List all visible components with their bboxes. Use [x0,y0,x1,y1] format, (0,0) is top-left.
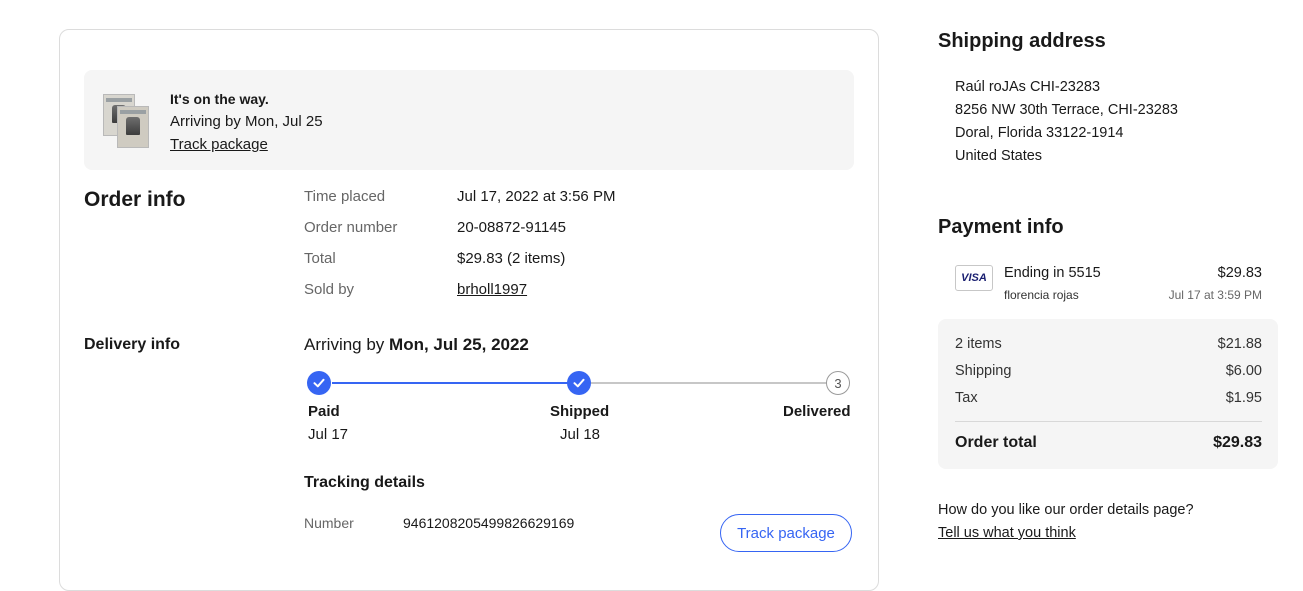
items-value: $21.88 [1217,336,1262,352]
tracking-number-label: Number [304,515,354,531]
tracking-number-value: 9461208205499826629169 [403,515,575,531]
payment-amount: $29.83 [1217,265,1262,281]
delivery-info-heading: Delivery info [84,336,181,353]
payment-time: Jul 17 at 3:59 PM [1168,288,1262,302]
progress-line-pending [591,382,827,384]
address-country: United States [955,148,1043,164]
shipping-value: $6.00 [1225,363,1262,379]
order-details-card: It's on the way. Arriving by Mon, Jul 25… [59,29,879,591]
summary-divider [955,421,1262,422]
status-title: It's on the way. [170,91,269,107]
card-ending: Ending in 5515 [1004,265,1101,281]
time-placed-label: Time placed [304,188,386,205]
paid-step-date: Jul 17 [308,426,349,443]
address-street: 8256 NW 30th Terrace, CHI-23283 [955,102,1178,118]
track-package-button[interactable]: Track package [720,514,852,552]
item-thumbnail [117,106,149,148]
sold-by-label: Sold by [304,281,355,298]
arriving-date-value: Mon, Jul 25, 2022 [389,335,529,354]
seller-link[interactable]: brholl1997 [457,281,527,298]
tax-label: Tax [955,390,978,406]
delivered-step-label: Delivered [783,403,851,420]
feedback-link[interactable]: Tell us what you think [938,525,1076,541]
shipping-label: Shipping [955,363,1012,379]
items-label: 2 items [955,336,1002,352]
shipment-status-banner: It's on the way. Arriving by Mon, Jul 25… [84,70,854,170]
arriving-date: Arriving by Mon, Jul 25, 2022 [304,335,529,355]
paid-step-label: Paid [308,403,340,420]
arriving-prefix: Arriving by [304,335,385,354]
address-name: Raúl roJAs CHI-23283 [955,79,1101,95]
feedback-question: How do you like our order details page? [938,502,1194,518]
visa-card-icon: VISA [955,265,993,291]
paid-step-check-icon [307,371,331,395]
order-summary-panel: 2 items $21.88 Shipping $6.00 Tax $1.95 … [938,319,1278,469]
total-value: $29.83 (2 items) [457,250,566,267]
shipped-step-label: Shipped [550,403,610,420]
payment-info-heading: Payment info [938,216,1064,238]
shipped-step-check-icon [567,371,591,395]
delivered-step-number: 3 [826,371,850,395]
order-info-heading: Order info [84,188,186,211]
order-total-label: Order total [955,434,1037,451]
order-number-value: 20-08872-91145 [457,219,566,236]
cardholder-name: florencia rojas [1004,288,1079,302]
tracking-details-heading: Tracking details [304,474,425,491]
tax-value: $1.95 [1225,390,1262,406]
shipping-address-heading: Shipping address [938,30,1106,52]
track-package-link[interactable]: Track package [170,136,268,153]
order-number-label: Order number [304,219,398,236]
total-label: Total [304,250,336,267]
time-placed-value: Jul 17, 2022 at 3:56 PM [457,188,616,205]
address-city: Doral, Florida 33122-1914 [955,125,1124,141]
status-eta: Arriving by Mon, Jul 25 [170,113,323,130]
shipped-step-date: Jul 18 [560,426,601,443]
progress-line-complete [332,382,579,384]
order-total-value: $29.83 [1213,434,1262,451]
